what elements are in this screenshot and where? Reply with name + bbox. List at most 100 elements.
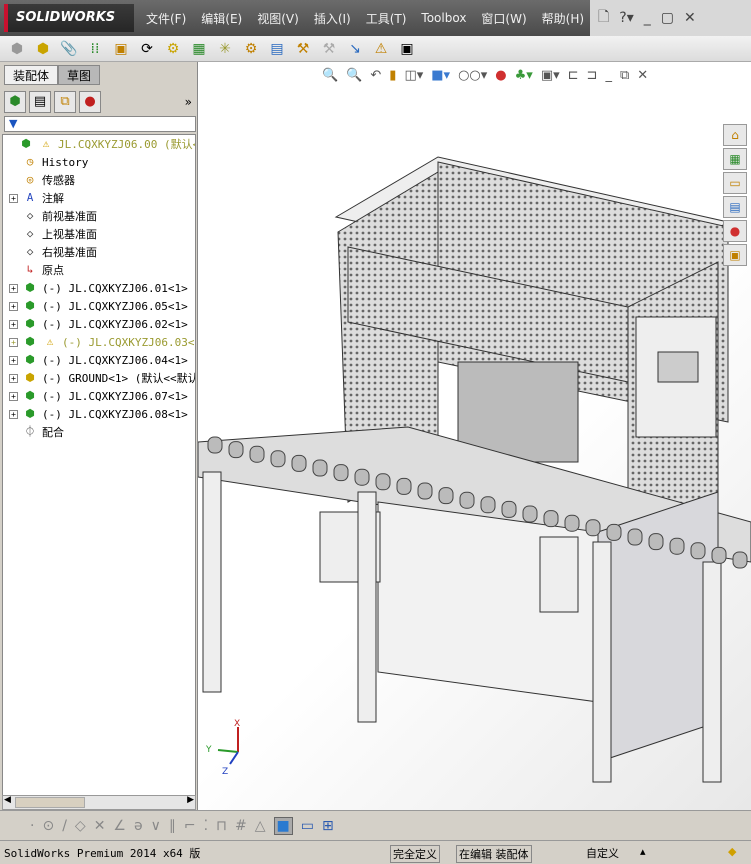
scroll-right-icon[interactable]: ▶: [187, 795, 194, 805]
linear-pattern-icon[interactable]: ⁞⁞: [86, 40, 104, 58]
single-view-icon[interactable]: ▭: [301, 818, 314, 834]
tree-item[interactable]: + A 注解: [9, 189, 64, 207]
performance-icon[interactable]: ⚠: [372, 40, 390, 58]
expand-toggle-icon[interactable]: +: [9, 391, 18, 401]
grid-icon[interactable]: #: [235, 818, 247, 834]
minimize-icon[interactable]: _: [644, 10, 651, 26]
circle-icon[interactable]: ⊙: [42, 818, 54, 834]
expand-panel-icon[interactable]: »: [185, 95, 192, 109]
angle-icon[interactable]: ∠: [113, 818, 126, 834]
feature-manager-tab-icon[interactable]: ⬢: [4, 91, 26, 113]
file-explorer-icon[interactable]: ▭: [723, 172, 747, 194]
close-icon[interactable]: ✕: [684, 10, 696, 26]
tree-item[interactable]: + ⬢ (-) JL.CQXKYZJ06.08<1> (默: [9, 405, 195, 423]
menu-insert[interactable]: 插入(I): [314, 10, 351, 27]
tree-item[interactable]: ◷ History: [9, 153, 89, 171]
display-manager-tab-icon[interactable]: ●: [79, 91, 101, 113]
tree-item[interactable]: + ⬢ (-) JL.CQXKYZJ06.02<1> (默: [9, 315, 195, 333]
expand-toggle-icon[interactable]: +: [9, 193, 18, 203]
bom-icon[interactable]: ⚙: [242, 40, 260, 58]
tree-item[interactable]: + ⬢ (-) JL.CQXKYZJ06.05<1> (默: [9, 297, 195, 315]
mate-icon[interactable]: 📎: [60, 40, 78, 58]
scroll-thumb[interactable]: [15, 797, 85, 808]
tree-item-label: 右视基准面: [42, 246, 97, 259]
smart-fasteners-icon[interactable]: ▣: [112, 40, 130, 58]
tree-item[interactable]: ◇ 右视基准面: [9, 243, 97, 261]
menu-toolbox[interactable]: Toolbox: [421, 11, 466, 25]
view-palette-icon[interactable]: ▤: [723, 196, 747, 218]
solidworks-logo[interactable]: SOLIDWORKS: [4, 4, 134, 32]
menu-file[interactable]: 文件(F): [146, 10, 186, 27]
menu-edit[interactable]: 编辑(E): [201, 10, 242, 27]
expand-toggle-icon[interactable]: +: [9, 409, 18, 419]
expand-toggle-icon[interactable]: +: [9, 337, 18, 347]
polygon-icon[interactable]: ◇: [75, 818, 86, 834]
units-up-icon[interactable]: ▴: [640, 845, 646, 858]
home-icon[interactable]: ⌂: [723, 124, 747, 146]
triangle-icon[interactable]: △: [255, 818, 266, 834]
tree-item[interactable]: ↳ 原点: [9, 261, 64, 279]
menu-help[interactable]: 帮助(H): [542, 10, 584, 27]
tab-sketch[interactable]: 草图: [58, 65, 101, 85]
point-icon[interactable]: ·: [30, 818, 34, 834]
insert-component-icon[interactable]: ⬢: [8, 40, 26, 58]
assembly-toolbar: ⬢ ⬢ 📎 ⁞⁞ ▣ ⟳ ⚙ ▦ ✳ ⚙ ▤ ⚒ ⚒ ↘ ⚠ ▣: [0, 36, 751, 62]
restore-icon[interactable]: ▢: [661, 10, 674, 26]
tangent-icon[interactable]: ə: [134, 818, 143, 834]
exploded-view-icon[interactable]: ▤: [268, 40, 286, 58]
instant3d-icon[interactable]: ▣: [398, 40, 416, 58]
clearance-icon[interactable]: ↘: [346, 40, 364, 58]
new-document-icon[interactable]: 🗋: [598, 6, 609, 30]
corner-icon[interactable]: ⌐: [184, 818, 196, 834]
configuration-manager-tab-icon[interactable]: ⧉: [54, 91, 76, 113]
expand-toggle-icon[interactable]: +: [9, 355, 18, 365]
explode-line-icon[interactable]: ⚒: [294, 40, 312, 58]
custom-properties-icon[interactable]: ▣: [723, 244, 747, 266]
3d-view-icon[interactable]: ■: [273, 816, 293, 835]
tree-item[interactable]: ◇ 前视基准面: [9, 207, 97, 225]
reference-geometry-icon[interactable]: ✳: [216, 40, 234, 58]
new-part-icon[interactable]: ⬢: [34, 40, 52, 58]
property-manager-tab-icon[interactable]: ▤: [29, 91, 51, 113]
appearances-icon[interactable]: ●: [723, 220, 747, 242]
units-selector[interactable]: 自定义: [586, 845, 619, 861]
graphics-area[interactable]: 🔍 🔍 ↶ ▮ ◫▾ ■▾ ○○▾ ● ♣▾ ▣▾ ⊏ ⊐ _ ⧉ ✕ X Y …: [198, 62, 751, 810]
help-icon[interactable]: ?▾: [619, 10, 633, 26]
move-component-icon[interactable]: ⟳: [138, 40, 156, 58]
four-view-icon[interactable]: ⊞: [322, 818, 334, 834]
tab-assembly[interactable]: 装配体: [4, 65, 59, 85]
tree-item[interactable]: ⬢ ⚠ JL.CQXKYZJ06.00 (默认<默认: [5, 135, 195, 153]
tree-item[interactable]: ⏀ 配合: [9, 423, 65, 441]
show-hidden-icon[interactable]: ⚙: [164, 40, 182, 58]
interference-icon[interactable]: ⚒: [320, 40, 338, 58]
tree-item[interactable]: ◎ 传感器: [9, 171, 75, 189]
dimension-icon[interactable]: ⊓: [216, 818, 227, 834]
tree-item[interactable]: + ⬢ (-) GROUND<1> (默认<<默认: [9, 369, 195, 387]
assembly-icon: ⬢: [25, 317, 35, 330]
expand-toggle-icon[interactable]: +: [9, 319, 18, 329]
assembly-features-icon[interactable]: ▦: [190, 40, 208, 58]
perpendicular-icon[interactable]: ∨: [151, 818, 161, 834]
expand-toggle-icon[interactable]: +: [9, 283, 18, 293]
filter-icon[interactable]: ▼: [4, 116, 196, 132]
scroll-left-icon[interactable]: ◀: [4, 795, 11, 805]
conveyor-roller: [690, 542, 706, 560]
menu-window[interactable]: 窗口(W): [481, 10, 526, 27]
design-library-icon[interactable]: ▦: [723, 148, 747, 170]
menu-view[interactable]: 视图(V): [257, 10, 299, 27]
parallel-icon[interactable]: ∥: [169, 818, 176, 834]
expand-toggle-icon[interactable]: +: [9, 373, 18, 383]
points-icon[interactable]: ⁚: [204, 818, 208, 834]
rebuild-icon[interactable]: ◆: [728, 845, 736, 858]
tree-item[interactable]: + ⬢ (-) JL.CQXKYZJ06.04<1> (默: [9, 351, 195, 369]
tree-item[interactable]: ◇ 上视基准面: [9, 225, 97, 243]
expand-toggle-icon[interactable]: +: [9, 301, 18, 311]
tree-item[interactable]: + ⬢ (-) JL.CQXKYZJ06.07<1> (默: [9, 387, 195, 405]
tree-item[interactable]: + ⬢ ⚠ (-) JL.CQXKYZJ06.03<1>: [9, 333, 195, 351]
tree-item[interactable]: + ⬢ (-) JL.CQXKYZJ06.01<1> (默: [9, 279, 195, 297]
menu-tools[interactable]: 工具(T): [366, 10, 407, 27]
assembly-icon: ⬢: [25, 335, 35, 348]
tree-horizontal-scrollbar[interactable]: ◀ ▶: [2, 795, 196, 810]
intersect-icon[interactable]: ✕: [94, 818, 106, 834]
line-icon[interactable]: /: [62, 818, 67, 834]
